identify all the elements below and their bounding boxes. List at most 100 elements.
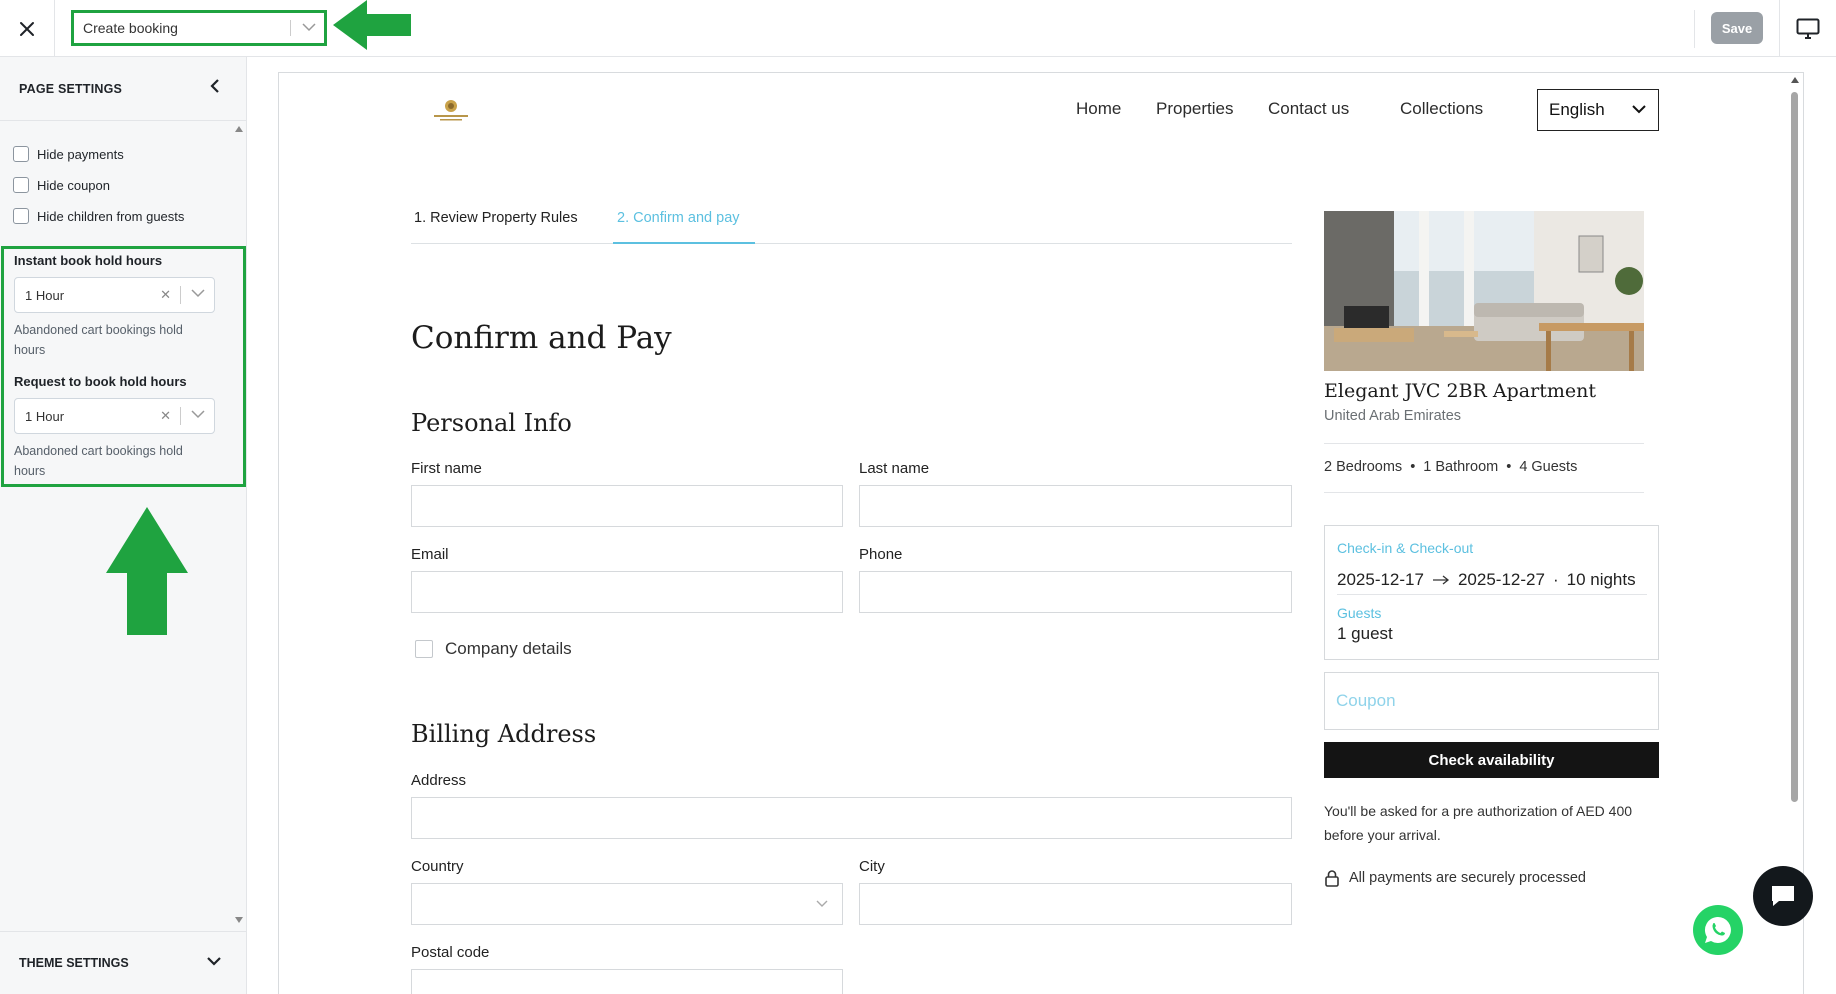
- chevron-down-icon: [191, 410, 205, 419]
- close-icon: [20, 21, 34, 36]
- summary-divider: [1324, 492, 1644, 493]
- address-input[interactable]: [411, 797, 1292, 839]
- nav-home[interactable]: Home: [1076, 99, 1121, 119]
- hide-coupon-option[interactable]: Hide coupon: [13, 177, 110, 193]
- instant-book-help: Abandoned cart bookings hold hours: [14, 323, 183, 357]
- close-button[interactable]: [0, 0, 55, 57]
- company-details-checkbox[interactable]: [415, 640, 433, 658]
- page-settings-header[interactable]: PAGE SETTINGS: [0, 57, 246, 121]
- checkout-date: 2025-12-27: [1457, 570, 1545, 589]
- clear-icon[interactable]: ✕: [160, 287, 171, 303]
- check-availability-button[interactable]: Check availability: [1324, 742, 1659, 778]
- site-logo[interactable]: [430, 98, 472, 124]
- chat-bubble-icon: [1772, 886, 1794, 906]
- spec-separator: •: [1410, 459, 1416, 475]
- preview-scroll-up-icon[interactable]: [1790, 76, 1800, 84]
- company-details-label: Company details: [445, 639, 572, 658]
- nav-properties[interactable]: Properties: [1156, 99, 1233, 119]
- arrow-right-icon: [1432, 575, 1450, 585]
- chevron-left-icon[interactable]: [210, 79, 220, 93]
- property-title[interactable]: Elegant JVC 2BR Apartment: [1324, 380, 1596, 402]
- date-range[interactable]: 2025-12-17 2025-12-27 · 10 nights: [1337, 570, 1636, 590]
- last-name-input[interactable]: [859, 485, 1292, 527]
- clear-icon[interactable]: ✕: [160, 408, 171, 424]
- page-select[interactable]: Create booking: [71, 10, 327, 46]
- instant-book-label: Instant book hold hours: [14, 253, 163, 268]
- page-title: Confirm and Pay: [411, 320, 672, 356]
- active-step-underline: [613, 242, 755, 244]
- monitor-icon: [1796, 18, 1820, 39]
- phone-label: Phone: [859, 546, 903, 563]
- hide-children-label: Hide children from guests: [37, 208, 185, 224]
- property-specs: 2 Bedrooms • 1 Bathroom • 4 Guests: [1324, 459, 1577, 475]
- logo-emblem-icon: [434, 100, 468, 121]
- chevron-down-icon: [191, 289, 205, 298]
- first-name-input[interactable]: [411, 485, 843, 527]
- whatsapp-button[interactable]: [1693, 905, 1743, 955]
- spec-bedrooms: 2 Bedrooms: [1324, 459, 1403, 475]
- save-button[interactable]: Save: [1711, 12, 1763, 44]
- hide-coupon-label: Hide coupon: [37, 177, 110, 193]
- chevron-down-icon: [302, 23, 316, 32]
- city-label: City: [859, 858, 885, 875]
- page-settings-title: PAGE SETTINGS: [19, 81, 123, 96]
- hide-coupon-checkbox[interactable]: [13, 177, 29, 193]
- dates-label: Check-in & Check-out: [1337, 540, 1474, 556]
- steps-divider: [411, 243, 1292, 244]
- company-details-option[interactable]: Company details: [415, 639, 572, 659]
- spec-separator: •: [1506, 459, 1512, 475]
- instant-book-select[interactable]: 1 Hour ✕: [14, 277, 215, 313]
- city-input[interactable]: [859, 883, 1292, 925]
- language-select[interactable]: English: [1537, 89, 1659, 131]
- whatsapp-icon: [1704, 916, 1731, 943]
- coupon-placeholder: Coupon: [1336, 691, 1396, 710]
- coupon-input[interactable]: Coupon: [1324, 672, 1659, 730]
- request-book-select[interactable]: 1 Hour ✕: [14, 398, 215, 434]
- preauth-note: You'll be asked for a pre authorization …: [1324, 803, 1633, 843]
- nav-contact-us[interactable]: Contact us: [1268, 99, 1349, 119]
- green-arrow-left-icon: [333, 0, 411, 50]
- postal-code-input[interactable]: [411, 969, 843, 994]
- select-separator: [180, 407, 181, 425]
- checkin-date: 2025-12-17: [1337, 570, 1424, 589]
- nights-count: 10 nights: [1566, 570, 1636, 589]
- country-select[interactable]: [411, 883, 843, 925]
- secure-payments-note: All payments are securely processed: [1324, 869, 1586, 887]
- preview-scrollbar-thumb[interactable]: [1791, 92, 1798, 802]
- hide-payments-label: Hide payments: [37, 146, 124, 162]
- chevron-down-icon: [207, 957, 221, 966]
- hide-payments-checkbox[interactable]: [13, 146, 29, 162]
- phone-input[interactable]: [859, 571, 1292, 613]
- editor-topbar: Create booking Save: [0, 0, 1836, 57]
- desktop-preview-button[interactable]: [1779, 0, 1836, 57]
- select-separator: [180, 286, 181, 304]
- billing-address-heading: Billing Address: [411, 720, 597, 748]
- step-review-rules[interactable]: 1. Review Property Rules: [414, 210, 578, 226]
- spec-guests: 4 Guests: [1519, 459, 1578, 475]
- chat-button[interactable]: [1753, 866, 1813, 926]
- scroll-up-arrow-icon[interactable]: [234, 124, 244, 134]
- secure-payments-text: All payments are securely processed: [1349, 870, 1586, 886]
- page-settings-sidebar: PAGE SETTINGS Hide payments Hide coupon …: [0, 57, 247, 994]
- scroll-down-arrow-icon[interactable]: [234, 915, 244, 925]
- email-input[interactable]: [411, 571, 843, 613]
- booking-details-box: Check-in & Check-out 2025-12-17 2025-12-…: [1324, 525, 1659, 660]
- green-arrow-up-icon: [106, 507, 188, 635]
- theme-settings-title: THEME SETTINGS: [19, 956, 129, 970]
- nav-collections[interactable]: Collections: [1400, 99, 1483, 119]
- country-label: Country: [411, 858, 464, 875]
- last-name-label: Last name: [859, 460, 930, 477]
- topbar-divider: [1694, 10, 1695, 48]
- request-book-value: 1 Hour: [25, 408, 65, 424]
- select-separator: [290, 20, 291, 36]
- request-book-help: Abandoned cart bookings hold hours: [14, 444, 183, 478]
- hide-children-option[interactable]: Hide children from guests: [13, 208, 184, 224]
- chevron-down-icon: [1632, 105, 1646, 114]
- guests-value[interactable]: 1 guest: [1337, 624, 1393, 644]
- language-value: English: [1549, 100, 1605, 119]
- hide-payments-option[interactable]: Hide payments: [13, 146, 124, 162]
- hide-children-checkbox[interactable]: [13, 208, 29, 224]
- chevron-down-icon: [816, 900, 828, 907]
- theme-settings-header[interactable]: THEME SETTINGS: [0, 931, 246, 994]
- step-confirm-pay[interactable]: 2. Confirm and pay: [617, 210, 740, 226]
